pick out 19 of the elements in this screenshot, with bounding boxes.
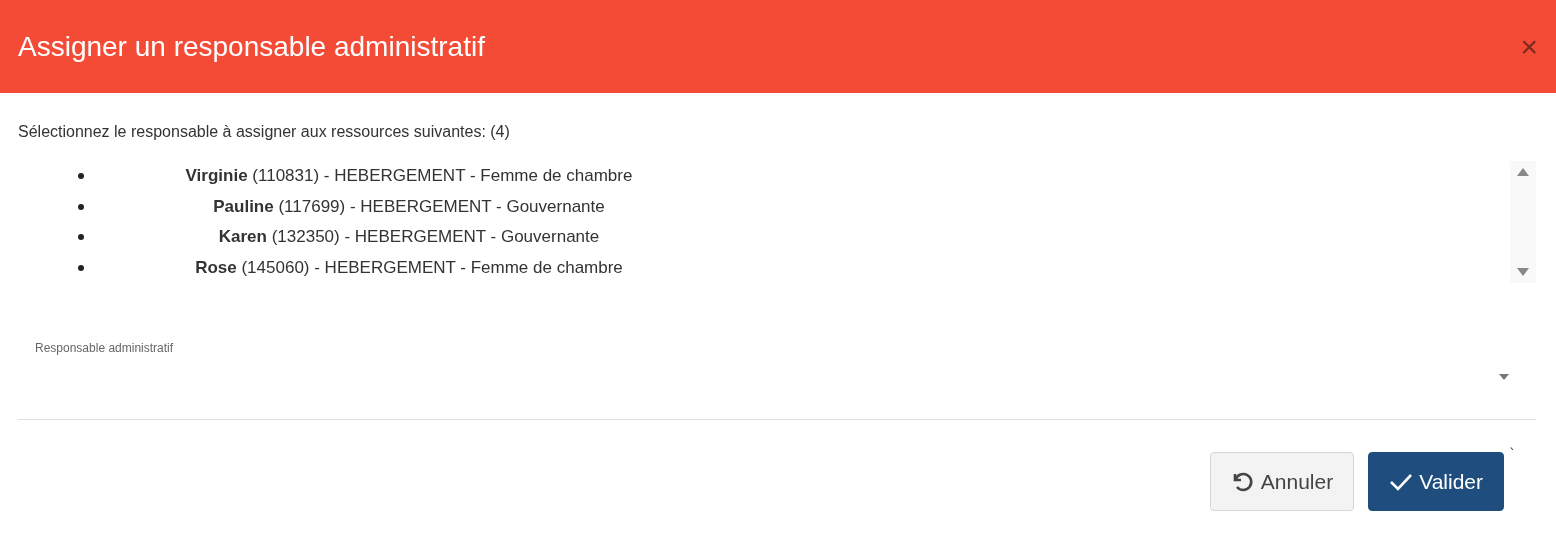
scroll-down-icon[interactable] [1516,267,1530,277]
select-field[interactable]: Responsable administratif [18,341,1536,420]
scroll-up-icon[interactable] [1516,167,1530,177]
dialog-title: Assigner un responsable administratif [18,30,485,63]
resource-item: Karen (132350) - HEBERGEMENT - Gouvernante [217,227,601,248]
field-label: Responsable administratif [35,341,175,355]
caret-icon [1498,373,1510,381]
bullet-icon [78,234,84,241]
bullet-icon [78,203,84,210]
resource-item: Pauline (117699) - HEBERGEMENT - Gouvernante [212,196,606,217]
cancel-button[interactable]: Annuler [1209,452,1355,511]
stray-mark: ` [1509,446,1516,462]
bullet-icon [78,173,84,180]
resource-item: Rose (145060) - HEBERGEMENT - Femme de chambre [194,257,624,278]
instruction-text: Sélectionnez le responsable à assigner aux ressources suivantes: (4) [18,123,511,141]
bullet-icon [78,264,84,271]
resource-item: Virginie (110831) - HEBERGEMENT - Femme de chambre [184,166,634,187]
validate-button[interactable]: Valider [1368,452,1504,511]
scrollbar[interactable] [1510,161,1536,283]
